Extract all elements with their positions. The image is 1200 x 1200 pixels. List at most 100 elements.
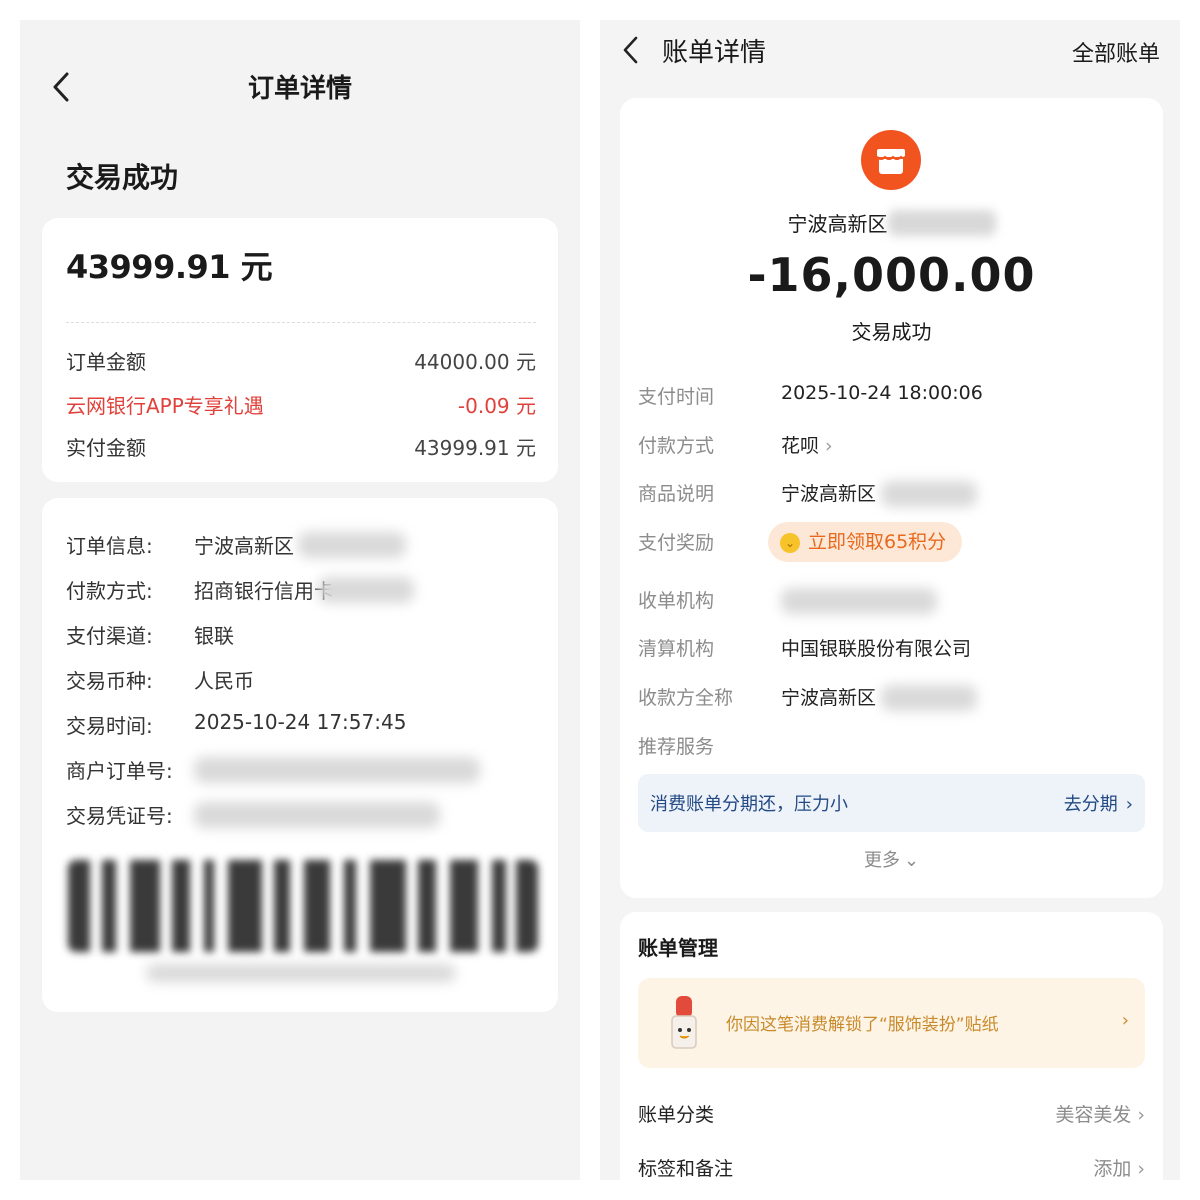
more-label: 更多: [863, 850, 900, 871]
row-label: 收款方全称: [638, 687, 734, 709]
chevron-right-icon: ›: [1137, 1104, 1145, 1126]
bill-amount: -16,000.00: [747, 248, 1036, 302]
more-button[interactable]: 更多 ⌄: [620, 846, 1163, 872]
order-info-card: 订单信息: 宁波高新区 付款方式: 招商银行信用卡 支付渠道: 银联 交易币种:…: [42, 498, 558, 1012]
row-value: 2025-10-24 18:00:06: [781, 382, 983, 404]
coin-icon: ⌄: [780, 532, 800, 553]
row-clearing: 清算机构 中国银联股份有限公司: [638, 634, 1145, 664]
order-amount-row: 订单金额 44000.00 元: [66, 346, 536, 376]
row-label: 商品说明: [638, 483, 715, 505]
bill-detail-screen: 账单详情 全部账单 宁波高新区 -16,000.00 交易成功 支付时间 202…: [600, 20, 1180, 1180]
discount-row: 云网银行APP专享礼遇 -0.09 元: [66, 390, 536, 420]
row-pay-method[interactable]: 付款方式 花呗 ›: [638, 431, 1145, 461]
reward-text: 立即领取65积分: [808, 531, 947, 553]
row-label: 推荐服务: [638, 736, 715, 758]
sticker-text: 你因这笔消费解锁了“服饰装扮”贴纸: [726, 1015, 999, 1035]
chevron-right-icon: ›: [1137, 1158, 1145, 1180]
row-value: 宁波高新区: [781, 687, 877, 709]
installment-banner[interactable]: 消费账单分期还，压力小 去分期 ›: [638, 774, 1145, 832]
shop-icon: [861, 130, 921, 190]
row-acquirer: 收单机构: [638, 586, 1145, 616]
row-value: 宁波高新区: [194, 534, 294, 558]
amount-card: 43999.91 元 订单金额 44000.00 元 云网银行APP专享礼遇 -…: [42, 218, 558, 482]
row-label: 标签和备注: [638, 1158, 734, 1180]
divider: [66, 322, 536, 323]
lipstick-sticker-icon: [662, 994, 706, 1058]
row-label: 支付奖励: [638, 532, 715, 554]
row-label: 付款方式:: [66, 579, 153, 603]
back-icon[interactable]: [620, 34, 642, 66]
row-value: 美容美发 ›: [1055, 1100, 1145, 1127]
row-label: 支付渠道:: [66, 624, 153, 648]
row-pay-time: 支付时间 2025-10-24 18:00:06: [638, 382, 1145, 412]
redacted-blur: [318, 577, 414, 603]
row-label: 清算机构: [638, 638, 715, 660]
paid-amount: 43999.91 元: [66, 248, 273, 286]
actual-paid-row: 实付金额 43999.91 元: [66, 432, 536, 462]
info-row-payment: 付款方式: 招商银行信用卡: [66, 575, 536, 605]
installment-text: 消费账单分期还，压力小: [650, 794, 848, 815]
chevron-right-icon: ›: [1121, 1010, 1129, 1031]
row-value: 添加 ›: [1093, 1154, 1145, 1180]
section-title: 账单管理: [638, 936, 718, 960]
row-goods: 商品说明 宁波高新区: [638, 479, 1145, 509]
merchant-text: 宁波高新区: [787, 212, 888, 236]
redacted-blur: [881, 481, 977, 507]
redacted-blur: [194, 757, 480, 783]
row-bill-category[interactable]: 账单分类 美容美发 ›: [638, 1100, 1145, 1130]
row-value: 招商银行信用卡: [194, 579, 334, 603]
order-detail-screen: 订单详情 交易成功 43999.91 元 订单金额 44000.00 元 云网银…: [20, 20, 580, 1180]
info-row-merchant-order-no: 商户订单号:: [66, 755, 536, 785]
row-label: 订单信息:: [66, 534, 153, 558]
row-label: 收单机构: [638, 590, 715, 612]
blurred-barcode: [68, 860, 538, 952]
pay-method-text: 花呗: [781, 435, 820, 457]
chevron-down-icon: ⌄: [903, 850, 920, 871]
redacted-blur: [781, 588, 937, 614]
all-bills-link[interactable]: 全部账单: [1072, 36, 1160, 68]
row-value: 43999.91 元: [414, 436, 536, 460]
page-title: 账单详情: [662, 38, 767, 68]
row-recommend: 推荐服务: [638, 732, 1145, 762]
bill-management-card: 账单管理 你因这笔消费解锁了“服饰装扮”贴纸 › 账单分类 美容美发 › 标签和备…: [620, 912, 1163, 1180]
row-label: 支付时间: [638, 386, 715, 408]
page-title: 订单详情: [247, 74, 352, 104]
row-value: 44000.00 元: [414, 350, 536, 374]
row-value: -0.09 元: [457, 394, 536, 418]
info-row-currency: 交易币种: 人民币: [66, 665, 536, 695]
claim-points-button[interactable]: ⌄ 立即领取65积分: [768, 522, 963, 562]
row-reward: 支付奖励 ⌄ 立即领取65积分: [638, 522, 1145, 562]
row-label: 交易币种:: [66, 669, 153, 693]
row-value: 中国银联股份有限公司: [781, 638, 972, 660]
redacted-blur: [194, 802, 440, 828]
info-row-channel: 支付渠道: 银联: [66, 620, 536, 650]
redacted-blur: [887, 209, 996, 236]
installment-action-label: 去分期: [1063, 794, 1118, 815]
info-row-voucher-no: 交易凭证号:: [66, 800, 536, 830]
row-label: 订单金额: [66, 350, 146, 374]
row-value: 2025-10-24 17:57:45: [194, 710, 407, 734]
trade-status: 交易成功: [66, 161, 179, 194]
merchant-name: 宁波高新区: [620, 208, 1163, 237]
row-payee: 收款方全称 宁波高新区: [638, 683, 1145, 713]
chevron-right-icon: ›: [1125, 794, 1133, 815]
row-label: 付款方式: [638, 435, 715, 457]
trade-status: 交易成功: [851, 320, 932, 344]
redacted-blur: [298, 532, 406, 558]
info-row-time: 交易时间: 2025-10-24 17:57:45: [66, 710, 536, 740]
bill-card: 宁波高新区 -16,000.00 交易成功 支付时间 2025-10-24 18…: [620, 98, 1163, 898]
row-value: 花呗 ›: [781, 431, 833, 458]
row-label: 交易时间:: [66, 714, 153, 738]
row-label: 商户订单号:: [66, 759, 173, 783]
row-value: 宁波高新区: [781, 483, 877, 505]
row-value: 银联: [194, 624, 234, 648]
sticker-banner[interactable]: 你因这笔消费解锁了“服饰装扮”贴纸 ›: [638, 978, 1145, 1068]
row-label: 云网银行APP专享礼遇: [66, 394, 264, 418]
redacted-blur: [881, 685, 977, 711]
row-tags-notes[interactable]: 标签和备注 添加 ›: [638, 1154, 1145, 1180]
redacted-blur: [146, 964, 456, 982]
category-value: 美容美发: [1055, 1104, 1132, 1126]
tags-value: 添加: [1093, 1158, 1132, 1180]
installment-action: 去分期 ›: [1064, 790, 1133, 816]
row-label: 实付金额: [66, 436, 146, 460]
